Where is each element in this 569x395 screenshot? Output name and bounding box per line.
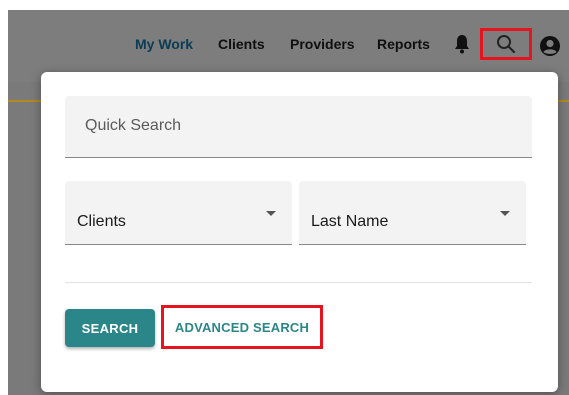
nav-providers[interactable]: Providers [290,36,355,52]
advanced-search-button[interactable]: ADVANCED SEARCH [161,305,323,349]
user-circle-icon[interactable] [539,35,561,62]
search-icon [497,35,516,54]
bell-icon[interactable] [454,34,470,59]
search-button[interactable]: SEARCH [65,309,155,347]
nav-my-work[interactable]: My Work [135,36,193,52]
quick-search-field[interactable] [65,96,532,158]
search-icon-button[interactable] [480,28,532,60]
app-frame: My Work Clients Providers Reports Quick … [8,10,569,395]
nav-reports[interactable]: Reports [377,36,430,52]
search-field-select[interactable]: Last Name [299,181,526,245]
search-field-select-value: Last Name [311,213,389,230]
chevron-down-icon [500,211,510,216]
quick-search-input[interactable] [83,116,507,136]
quick-search-dialog: Clients Last Name SEARCH ADVANCED SEARCH [41,72,558,392]
chevron-down-icon [266,211,276,216]
category-select-value: Clients [77,213,126,230]
category-select[interactable]: Clients [65,181,292,245]
nav-clients[interactable]: Clients [218,36,265,52]
divider [65,282,532,283]
